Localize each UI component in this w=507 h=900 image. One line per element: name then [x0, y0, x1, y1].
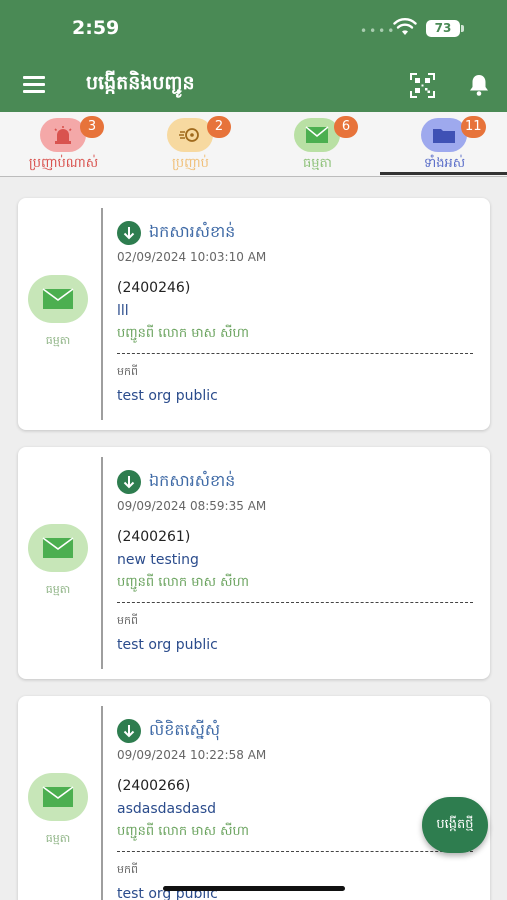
document-id: (2400266) [117, 778, 191, 794]
document-id: (2400246) [117, 280, 191, 296]
category-label: ធម្មតា [45, 832, 71, 845]
tab-badge: 2 [207, 116, 231, 138]
speed-icon [167, 118, 213, 152]
page-title: បង្កើតនិងបញ្ជូន [86, 72, 195, 94]
tab-all[interactable]: 11 ទាំងអស់ [381, 112, 507, 176]
document-type-label: លិខិតស្នើសុំ [149, 720, 221, 739]
from-label: មកពី [117, 614, 138, 627]
home-indicator[interactable] [163, 886, 345, 891]
document-type-label: ឯកសារសំខាន់ [149, 222, 236, 241]
signal-dots-icon: •••• [360, 24, 397, 38]
wifi-icon [393, 18, 417, 35]
menu-icon[interactable] [23, 76, 45, 93]
document-date: 02/09/2024 10:03:10 AM [117, 250, 267, 264]
card-divider [101, 208, 103, 420]
document-type: ឯកសារសំខាន់ [117, 221, 235, 245]
tab-badge: 6 [334, 116, 358, 138]
priority-tab-bar: 3 ប្រញាប់ណាស់ 2 ប្រញាប់ 6 ធម្មតា 11 ទាំង… [0, 112, 507, 177]
document-subject: lll [117, 303, 129, 319]
tab-label: ប្រញាប់ណាស់ [28, 156, 99, 171]
dashed-divider [117, 602, 473, 603]
mail-icon [28, 524, 88, 572]
document-id: (2400261) [117, 529, 191, 545]
card-divider [101, 706, 103, 900]
document-sender: បញ្ជូនពី លោក មាស សីហា [117, 824, 250, 839]
tab-very-urgent[interactable]: 3 ប្រញាប់ណាស់ [0, 112, 127, 176]
tab-label: ប្រញាប់ [172, 156, 209, 171]
document-sender: បញ្ជូនពី លោក មាស សីហា [117, 326, 250, 341]
tab-badge: 11 [461, 116, 486, 138]
siren-icon [40, 118, 86, 152]
tab-normal[interactable]: 6 ធម្មតា [254, 112, 381, 176]
arrow-down-icon [117, 470, 141, 494]
document-type-label: ឯកសារសំខាន់ [149, 471, 236, 490]
document-subject: asdasdasdasd [117, 801, 217, 817]
from-label: មកពី [117, 863, 138, 876]
document-subject: new testing [117, 552, 199, 568]
tab-urgent[interactable]: 2 ប្រញាប់ [127, 112, 254, 176]
app-header: 2:59 •••• 73 បង្កើតនិងបញ្ជូន [0, 0, 507, 112]
card-divider [101, 457, 103, 669]
source-org: test org public [117, 388, 218, 404]
status-time: 2:59 [72, 17, 120, 39]
source-org: test org public [117, 637, 218, 653]
create-new-button[interactable]: បង្កើតថ្មី [422, 797, 488, 853]
document-sender: បញ្ជូនពី លោក មាស សីហា [117, 575, 250, 590]
document-type: ឯកសារសំខាន់ [117, 470, 235, 494]
category-label: ធម្មតា [45, 583, 71, 596]
mail-icon [28, 275, 88, 323]
active-tab-indicator [380, 172, 507, 175]
document-card[interactable]: ធម្មតា ឯកសារសំខាន់ 09/09/2024 08:59:35 A… [18, 447, 490, 679]
qr-scan-icon[interactable] [410, 73, 435, 98]
dashed-divider [117, 851, 473, 852]
battery-tip [461, 25, 464, 32]
mail-icon [28, 773, 88, 821]
folder-icon [421, 118, 467, 152]
document-card[interactable]: ធម្មតា ឯកសារសំខាន់ 02/09/2024 10:03:10 A… [18, 198, 490, 430]
document-date: 09/09/2024 08:59:35 AM [117, 499, 267, 513]
battery-indicator: 73 [426, 20, 460, 37]
from-label: មកពី [117, 365, 138, 378]
mail-icon [294, 118, 340, 152]
dashed-divider [117, 353, 473, 354]
document-date: 09/09/2024 10:22:58 AM [117, 748, 267, 762]
tab-label: ធម្មតា [303, 156, 332, 171]
notification-bell-icon[interactable] [467, 73, 491, 97]
arrow-down-icon [117, 719, 141, 743]
document-card[interactable]: ធម្មតា លិខិតស្នើសុំ 09/09/2024 10:22:58 … [18, 696, 490, 900]
category-label: ធម្មតា [45, 334, 71, 347]
tab-badge: 3 [80, 116, 104, 138]
document-type: លិខិតស្នើសុំ [117, 719, 220, 743]
arrow-down-icon [117, 221, 141, 245]
